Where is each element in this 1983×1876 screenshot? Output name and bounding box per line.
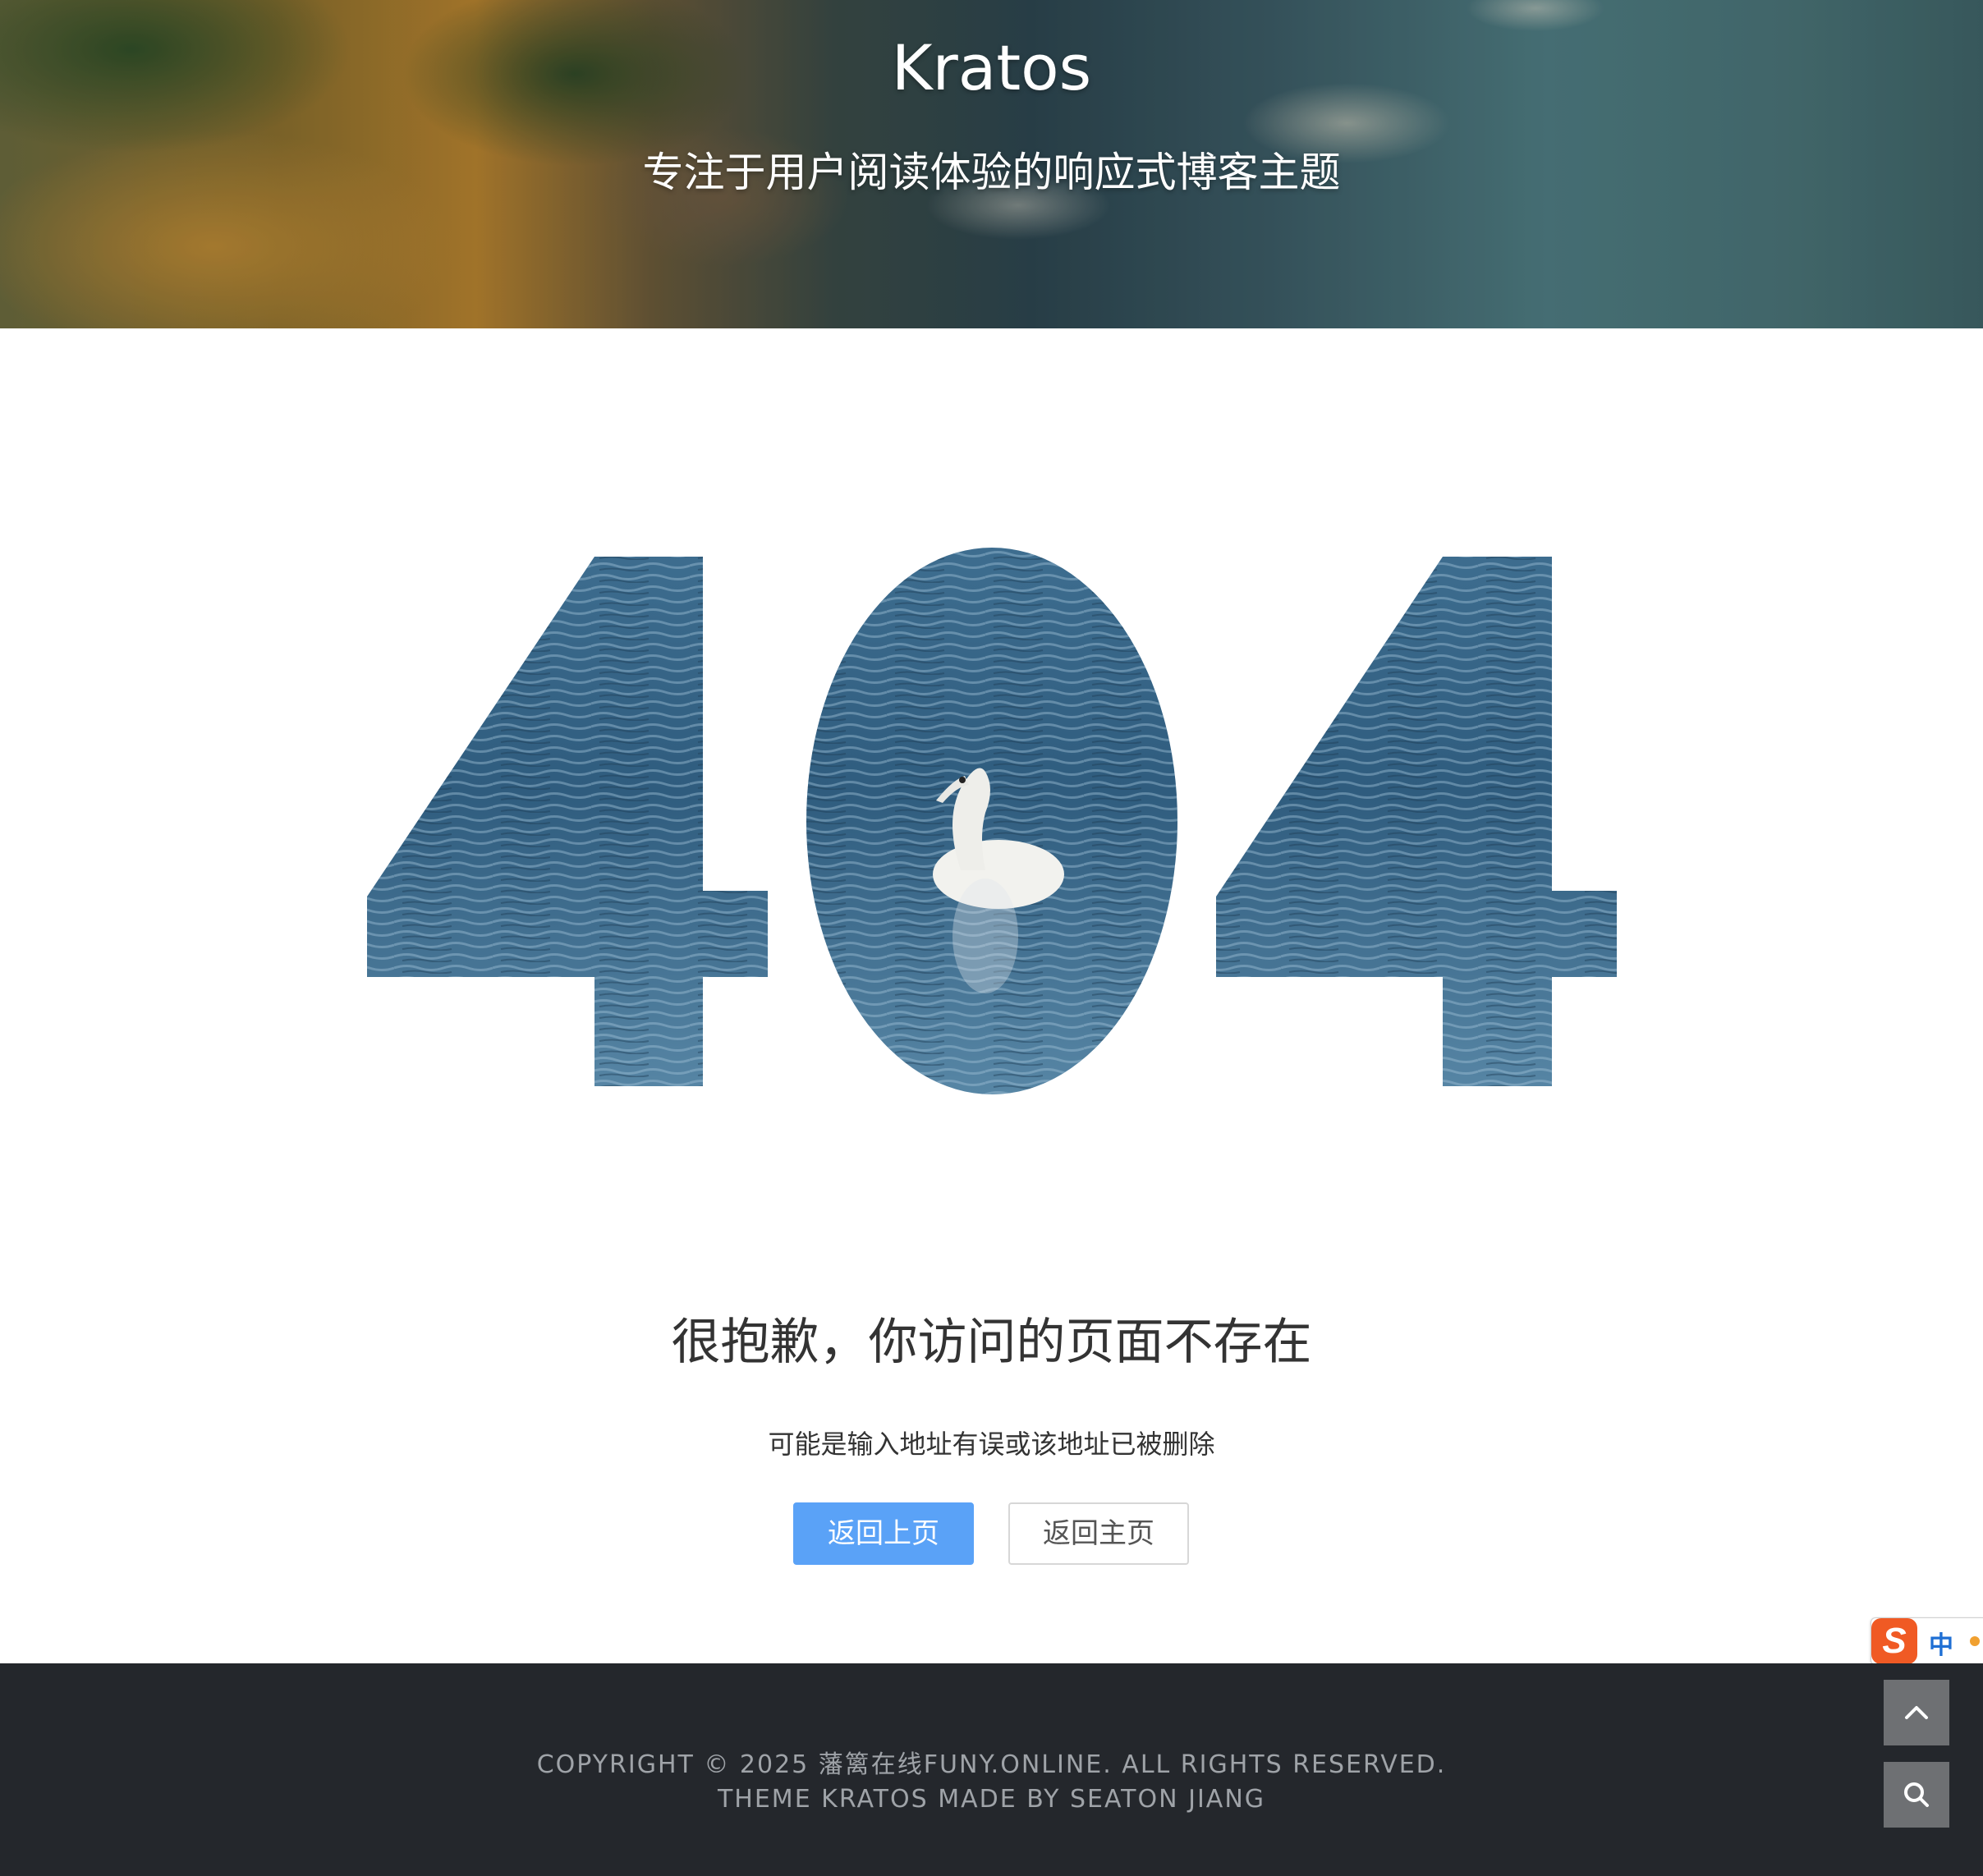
ime-toolbar[interactable]: S 中	[1871, 1617, 1983, 1665]
search-button[interactable]	[1884, 1762, 1949, 1828]
site-subtitle: 专注于用户阅读体验的响应式博客主题	[642, 149, 1341, 196]
error-404-graphic	[367, 548, 1617, 1094]
chevron-up-icon	[1905, 1706, 1928, 1719]
back-button[interactable]: 返回上页	[793, 1502, 974, 1565]
error-subtitle: 可能是输入地址有误或该地址已被删除	[768, 1429, 1215, 1460]
ime-status-icon	[1970, 1636, 1980, 1646]
site-footer: COPYRIGHT © 2025 藩篱在线FUNY.ONLINE. ALL RI…	[0, 1663, 1983, 1876]
footer-copyright: COPYRIGHT © 2025 藩篱在线FUNY.ONLINE. ALL RI…	[536, 1750, 1447, 1779]
site-title[interactable]: Kratos	[0, 31, 1983, 104]
footer-theme-credit: THEME KRATOS MADE BY SEATON JIANG	[717, 1785, 1266, 1814]
ime-logo-icon: S	[1871, 1618, 1917, 1664]
search-icon	[1904, 1782, 1929, 1807]
header-banner: Kratos 专注于用户阅读体验的响应式博客主题	[0, 0, 1983, 328]
home-button[interactable]: 返回主页	[1008, 1502, 1189, 1565]
ime-mode-indicator[interactable]: 中	[1929, 1625, 1953, 1661]
error-title: 很抱歉，你访问的页面不存在	[671, 1314, 1312, 1371]
back-to-top-button[interactable]	[1884, 1680, 1949, 1745]
